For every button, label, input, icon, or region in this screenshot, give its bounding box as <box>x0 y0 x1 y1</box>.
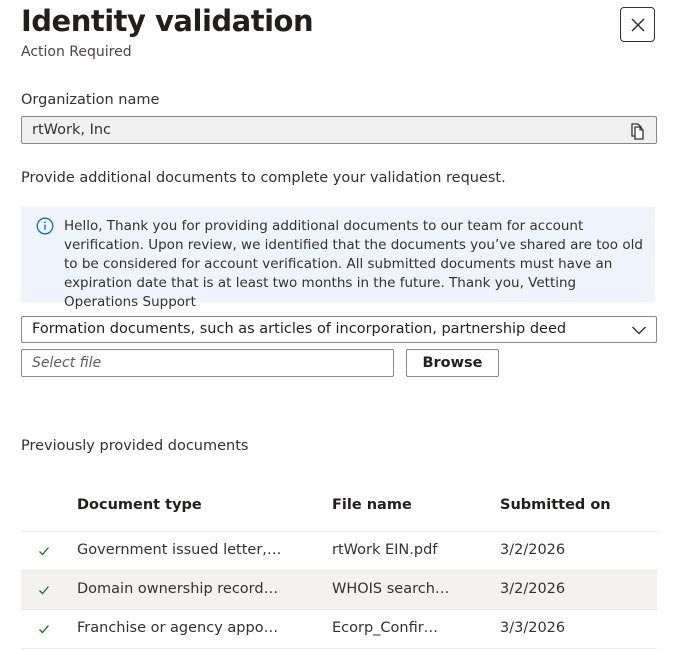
chevron-down-icon <box>632 326 646 335</box>
column-header-submitted-on[interactable]: Submitted on <box>500 497 611 513</box>
file-name-cell: Ecorp_Confirma... <box>332 620 452 636</box>
previous-documents-table: Document type File name Submitted on Gov… <box>21 484 657 649</box>
select-file-input[interactable] <box>21 349 394 377</box>
identity-validation-panel: Identity validation Action Required Orga… <box>0 0 680 650</box>
submitted-on-cell: 3/3/2026 <box>500 620 566 636</box>
copy-icon[interactable] <box>627 121 647 141</box>
info-message-bar: Hello, Thank you for providing additiona… <box>21 207 655 310</box>
checkmark-icon <box>39 547 49 556</box>
close-button[interactable] <box>620 7 655 42</box>
file-name-cell: rtWork EIN.pdf <box>332 542 438 558</box>
organization-name-label: Organization name <box>21 92 160 108</box>
browse-button[interactable]: Browse <box>406 349 499 377</box>
checkmark-icon <box>39 586 49 595</box>
page-title: Identity validation <box>21 4 314 38</box>
column-header-file-name[interactable]: File name <box>332 497 412 513</box>
previous-documents-title: Previously provided documents <box>21 438 249 454</box>
submitted-on-cell: 3/2/2026 <box>500 581 566 597</box>
table-row[interactable]: Domain ownership records, ... WHOIS sear… <box>21 571 657 610</box>
column-header-document-type[interactable]: Document type <box>77 497 202 513</box>
table-row[interactable]: Government issued letter, lic... rtWork … <box>21 532 657 571</box>
document-type-cell: Domain ownership records, ... <box>77 581 282 597</box>
file-name-cell: WHOIS search r... <box>332 581 452 597</box>
instructions-text: Provide additional documents to complete… <box>21 170 506 186</box>
submitted-on-cell: 3/2/2026 <box>500 542 566 558</box>
document-type-cell: Government issued letter, lic... <box>77 542 282 558</box>
table-row[interactable]: Franchise or agency appoint... Ecorp_Con… <box>21 610 657 649</box>
organization-name-field[interactable]: rtWork, Inc <box>21 116 657 144</box>
organization-name-value: rtWork, Inc <box>32 122 112 138</box>
info-icon <box>36 217 54 235</box>
document-type-cell: Franchise or agency appoint... <box>77 620 282 636</box>
document-type-dropdown[interactable]: Formation documents, such as articles of… <box>21 316 657 343</box>
page-subtitle: Action Required <box>21 44 132 60</box>
close-icon <box>630 17 645 32</box>
checkmark-icon <box>39 625 49 634</box>
info-message-text: Hello, Thank you for providing additiona… <box>64 218 643 310</box>
table-header: Document type File name Submitted on <box>21 484 657 532</box>
document-type-selected: Formation documents, such as articles of… <box>32 321 567 337</box>
